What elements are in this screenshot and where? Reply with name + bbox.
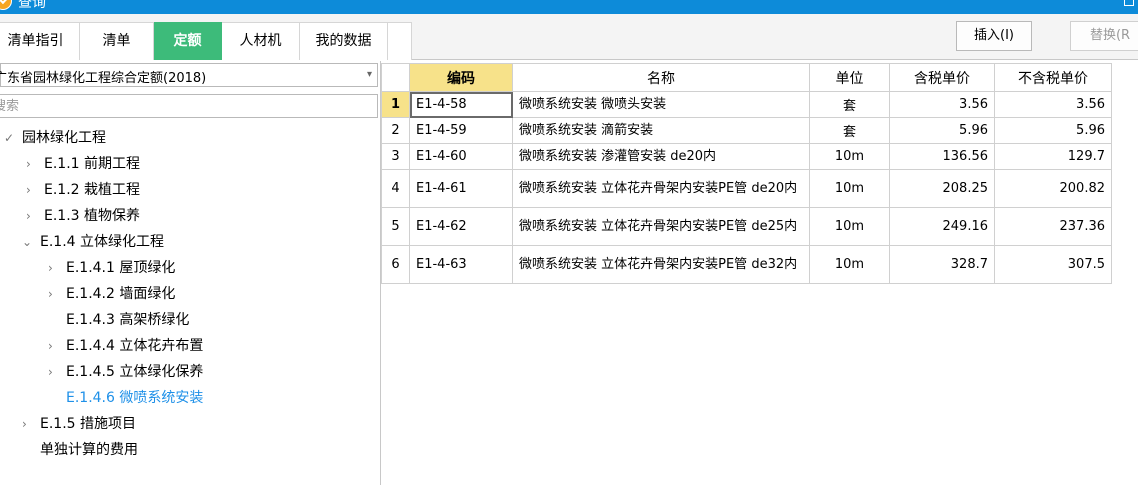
cell-name[interactable]: 微喷系统安装 微喷头安装: [512, 91, 810, 118]
tree-node-e11[interactable]: › E.1.1 前期工程: [26, 151, 140, 177]
column-header-price-tax[interactable]: 含税单价: [889, 63, 995, 92]
chevron-right-icon[interactable]: ›: [26, 151, 44, 177]
table-row[interactable]: 4 E1-4-61 微喷系统安装 立体花卉骨架内安装PE管 de20内 10m …: [381, 169, 1112, 208]
cell-name[interactable]: 微喷系统安装 渗灌管安装 de20内: [512, 143, 810, 170]
tab-list-guide[interactable]: 清单指引: [0, 22, 80, 60]
cell-unit[interactable]: 套: [809, 117, 890, 144]
row-number: 5: [381, 207, 410, 246]
tab-list[interactable]: 清单: [80, 22, 154, 60]
row-number: 1: [381, 91, 410, 118]
insert-button[interactable]: 插入(I): [956, 21, 1032, 51]
cell-unit[interactable]: 10m: [809, 143, 890, 170]
table-row[interactable]: 3 E1-4-60 微喷系统安装 渗灌管安装 de20内 10m 136.56 …: [381, 143, 1112, 170]
row-number: 2: [381, 117, 410, 144]
window-title: 查询: [18, 0, 46, 11]
cell-price-notax[interactable]: 307.5: [994, 245, 1112, 284]
cell-name[interactable]: 微喷系统安装 立体花卉骨架内安装PE管 de32内: [512, 245, 810, 284]
chevron-right-icon[interactable]: ›: [48, 333, 66, 359]
cell-code[interactable]: E1-4-60: [409, 143, 513, 170]
tree-node-e144[interactable]: › E.1.4.4 立体花卉布置: [48, 333, 203, 359]
table-header-row: 编码 名称 单位 含税单价 不含税单价: [381, 63, 1112, 92]
left-panel: 广东省园林绿化工程综合定额(2018) ▾ ✓园林绿化工程 ›E.1.1 前期工…: [0, 61, 381, 485]
quota-table: 编码 名称 单位 含税单价 不含税单价 1 E1-4-58 微喷系统安装 微喷头…: [381, 63, 1112, 284]
library-select-value: 广东省园林绿化工程综合定额(2018): [0, 71, 207, 86]
row-number: 6: [381, 245, 410, 284]
cell-price-tax[interactable]: 136.56: [889, 143, 995, 170]
cell-code[interactable]: E1-4-58: [409, 91, 513, 118]
tree-node-e141[interactable]: › E.1.4.1 屋顶绿化: [48, 255, 175, 281]
table-row[interactable]: 1 E1-4-58 微喷系统安装 微喷头安装 套 3.56 3.56: [381, 91, 1112, 118]
search-input[interactable]: [0, 94, 378, 118]
cell-unit[interactable]: 10m: [809, 207, 890, 246]
row-number: 4: [381, 169, 410, 208]
chevron-right-icon[interactable]: ›: [48, 359, 66, 385]
maximize-icon[interactable]: [1124, 0, 1134, 6]
cell-price-notax[interactable]: 237.36: [994, 207, 1112, 246]
tree-node-e145[interactable]: › E.1.4.5 立体绿化保养: [48, 359, 203, 385]
tree-node-e15[interactable]: › E.1.5 措施项目: [22, 411, 136, 437]
cell-price-notax[interactable]: 3.56: [994, 91, 1112, 118]
table-row[interactable]: 2 E1-4-59 微喷系统安装 滴箭安装 套 5.96 5.96: [381, 117, 1112, 144]
tab-my-data[interactable]: 我的数据: [300, 22, 388, 60]
cell-code[interactable]: E1-4-61: [409, 169, 513, 208]
checkmark-icon[interactable]: ✓: [4, 125, 22, 151]
row-number-header: [381, 63, 410, 92]
title-bar: 查询: [0, 0, 1138, 14]
cell-price-tax[interactable]: 328.7: [889, 245, 995, 284]
cell-price-notax[interactable]: 5.96: [994, 117, 1112, 144]
chevron-right-icon[interactable]: ›: [26, 177, 44, 203]
cell-name[interactable]: 微喷系统安装 滴箭安装: [512, 117, 810, 144]
cell-name[interactable]: 微喷系统安装 立体花卉骨架内安装PE管 de20内: [512, 169, 810, 208]
chevron-right-icon[interactable]: ›: [48, 255, 66, 281]
chevron-right-icon[interactable]: ›: [26, 203, 44, 229]
chevron-right-icon[interactable]: ›: [48, 281, 66, 307]
cell-unit[interactable]: 套: [809, 91, 890, 118]
cell-price-tax[interactable]: 3.56: [889, 91, 995, 118]
tab-quota[interactable]: 定额: [154, 22, 222, 60]
chevron-down-icon[interactable]: ⌄: [22, 229, 40, 255]
column-header-price-notax[interactable]: 不含税单价: [994, 63, 1112, 92]
table-row[interactable]: 6 E1-4-63 微喷系统安装 立体花卉骨架内安装PE管 de32内 10m …: [381, 245, 1112, 284]
tree-node-e146[interactable]: E.1.4.6 微喷系统安装: [48, 385, 203, 411]
tree-node-separate-costs[interactable]: 单独计算的费用: [22, 437, 138, 463]
chevron-down-icon[interactable]: ▾: [367, 69, 372, 80]
tree-node-e13[interactable]: › E.1.3 植物保养: [26, 203, 140, 229]
tree-node-e12[interactable]: › E.1.2 栽植工程: [26, 177, 140, 203]
cell-price-tax[interactable]: 249.16: [889, 207, 995, 246]
column-header-unit[interactable]: 单位: [809, 63, 890, 92]
search-box: [0, 94, 378, 118]
column-header-name[interactable]: 名称: [512, 63, 810, 92]
cell-code[interactable]: E1-4-62: [409, 207, 513, 246]
tab-spacer: [388, 22, 412, 60]
replace-button[interactable]: 替换(R: [1070, 21, 1138, 51]
cell-unit[interactable]: 10m: [809, 245, 890, 284]
cell-name[interactable]: 微喷系统安装 立体花卉骨架内安装PE管 de25内: [512, 207, 810, 246]
app-logo-icon: [0, 0, 12, 10]
cell-code[interactable]: E1-4-63: [409, 245, 513, 284]
cell-code[interactable]: E1-4-59: [409, 117, 513, 144]
table-row[interactable]: 5 E1-4-62 微喷系统安装 立体花卉骨架内安装PE管 de25内 10m …: [381, 207, 1112, 246]
cell-price-tax[interactable]: 208.25: [889, 169, 995, 208]
tree-node-landscape-engineering[interactable]: ✓ 园林绿化工程: [4, 125, 106, 151]
tree-node-e142[interactable]: › E.1.4.2 墙面绿化: [48, 281, 175, 307]
chevron-right-icon[interactable]: ›: [22, 411, 40, 437]
tab-bar: 清单指引 清单 定额 人材机 我的数据 插入(I) 替换(R: [0, 14, 1138, 60]
tab-labor-material-machine[interactable]: 人材机: [222, 22, 300, 60]
cell-price-tax[interactable]: 5.96: [889, 117, 995, 144]
column-header-code[interactable]: 编码: [409, 63, 513, 92]
cell-unit[interactable]: 10m: [809, 169, 890, 208]
tree-node-e14[interactable]: ⌄ E.1.4 立体绿化工程: [22, 229, 164, 255]
row-number: 3: [381, 143, 410, 170]
tree-node-e143[interactable]: E.1.4.3 高架桥绿化: [48, 307, 189, 333]
library-select[interactable]: 广东省园林绿化工程综合定额(2018) ▾: [0, 63, 378, 87]
cell-price-notax[interactable]: 200.82: [994, 169, 1112, 208]
cell-price-notax[interactable]: 129.7: [994, 143, 1112, 170]
